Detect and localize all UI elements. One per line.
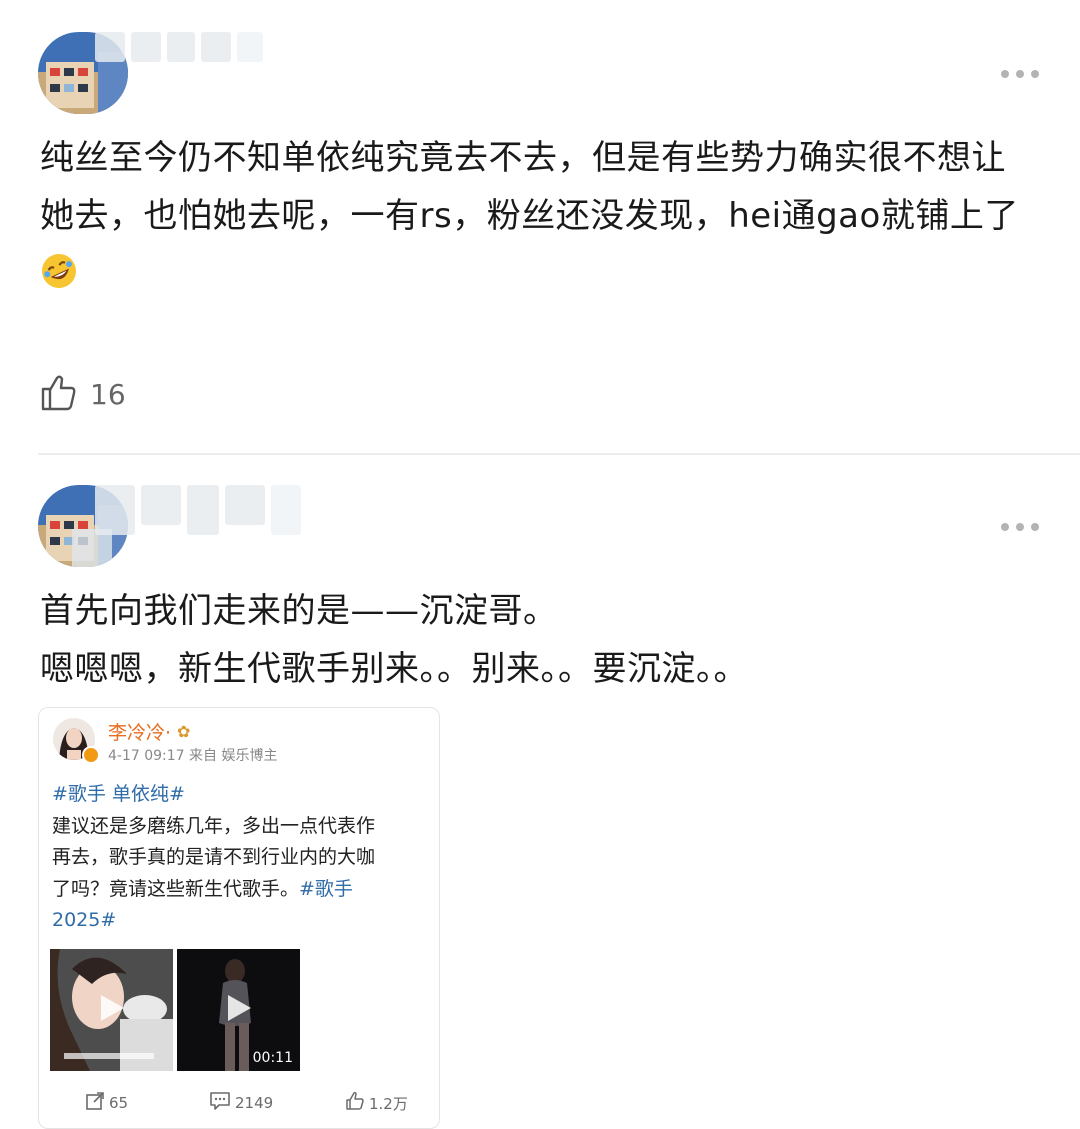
hashtag-link[interactable]: 2025# (52, 905, 422, 937)
post-meta: 4-17 09:17 来自 娱乐博主 (108, 748, 278, 764)
comment-count: 2149 (235, 1094, 274, 1112)
quoted-post-actions: 65 2149 1.2万 (39, 1089, 439, 1119)
play-icon[interactable] (97, 992, 127, 1028)
video-thumbnail-1[interactable] (50, 949, 173, 1071)
like-button[interactable]: 16 (40, 372, 126, 416)
repost-icon (85, 1091, 105, 1115)
comment-text-line-1: 首先向我们走来的是——沉淀哥。 (40, 591, 558, 631)
author-name[interactable]: 李冷冷· (108, 718, 171, 745)
post-body-line: 再去，歌手真的是请不到行业内的大咖 (52, 846, 376, 868)
more-options-icon[interactable] (1000, 521, 1040, 533)
repost-count: 65 (109, 1094, 129, 1112)
quoted-post-text: #歌手 单依纯# 建议还是多磨练几年，多出一点代表作 再去，歌手真的是请不到行业… (52, 779, 422, 937)
repost-button[interactable]: 65 (85, 1091, 128, 1115)
post-body-line: 建议还是多磨练几年，多出一点代表作 (52, 814, 376, 837)
comment-icon (209, 1091, 231, 1115)
verified-badge-icon (82, 746, 100, 764)
comment-text-line-2: 她去，也怕她去呢，一有rs，粉丝还没发现，hei通gao就铺上了 (40, 196, 1019, 236)
hashtag-link[interactable]: #歌手 单依纯# (52, 779, 422, 811)
fan-badge-icon: ✿ (177, 722, 191, 741)
like-button[interactable]: 1.2万 (345, 1091, 408, 1115)
thumbs-up-icon (345, 1091, 365, 1115)
like-count: 16 (90, 377, 126, 411)
more-options-icon[interactable] (1000, 68, 1040, 80)
quoted-post-card[interactable]: 李冷冷· ✿ 4-17 09:17 来自 娱乐博主 #歌手 单依纯# 建议还是多… (38, 707, 440, 1129)
username-blurred[interactable] (95, 32, 263, 62)
thumbs-up-icon (40, 372, 78, 416)
username-blurred[interactable] (95, 485, 301, 535)
hashtag-link[interactable]: #歌手 (299, 878, 353, 900)
comment-text-line-2: 嗯嗯嗯，新生代歌手别来。。别来。。要沉淀。。 (40, 649, 748, 689)
post-body-line: 了吗？竟请这些新生代歌手。#歌手 (52, 877, 353, 900)
play-icon[interactable] (224, 992, 254, 1028)
video-thumbnail-2[interactable]: 00:11 (177, 949, 300, 1071)
like-count: 1.2万 (369, 1094, 408, 1113)
comment-text-line-1: 纯丝至今仍不知单依纯究竟去不去，但是有些势力确实很不想让 (40, 138, 1006, 178)
comment-2: 首先向我们走来的是——沉淀哥。 嗯嗯嗯，新生代歌手别来。。别来。。要沉淀。。 李… (0, 455, 1080, 1129)
comment-button[interactable]: 2149 (209, 1091, 273, 1115)
rofl-emoji-icon (40, 252, 78, 290)
comment-1: 纯丝至今仍不知单依纯究竟去不去，但是有些势力确实很不想让 她去，也怕她去呢，一有… (0, 0, 1080, 453)
video-duration: 00:11 (252, 1050, 293, 1066)
